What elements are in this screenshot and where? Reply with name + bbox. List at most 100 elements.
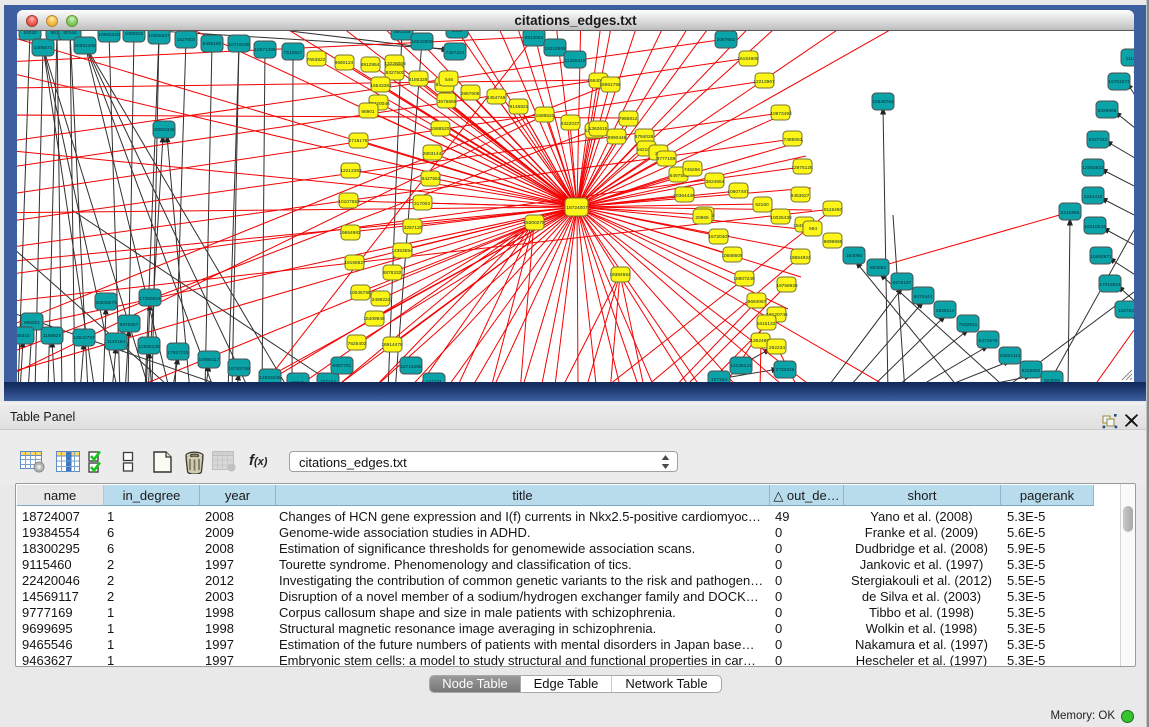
- svg-text:10046786: 10046786: [349, 290, 371, 296]
- svg-text:12942757: 12942757: [73, 335, 95, 341]
- svg-text:10958117: 10958117: [199, 357, 220, 363]
- svg-text:19654923: 19654923: [789, 255, 811, 261]
- svg-text:62160: 62160: [755, 202, 769, 208]
- svg-text:10655287: 10655287: [148, 33, 170, 39]
- svg-text:893892: 893892: [870, 265, 886, 271]
- svg-text:18724007: 18724007: [566, 205, 588, 211]
- svg-text:10107553: 10107553: [338, 199, 360, 205]
- svg-text:1733426: 1733426: [776, 367, 795, 373]
- svg-text:16154808: 16154808: [737, 56, 759, 62]
- svg-text:1588520: 1588520: [536, 113, 555, 119]
- svg-text:1615132: 1615132: [757, 321, 776, 327]
- svg-text:9227342: 9227342: [1089, 137, 1108, 143]
- svg-text:39315: 39315: [17, 333, 30, 339]
- svg-text:10688609: 10688609: [721, 253, 743, 259]
- svg-text:594: 594: [809, 226, 817, 232]
- svg-text:8990448: 8990448: [608, 135, 627, 141]
- svg-text:1362615: 1362615: [589, 126, 608, 132]
- svg-text:10973493: 10973493: [770, 111, 792, 117]
- svg-text:1244415: 1244415: [1084, 194, 1103, 200]
- svg-text:2867608: 2867608: [461, 91, 480, 97]
- svg-text:16210643: 16210643: [1084, 224, 1106, 230]
- svg-text:16648764: 16648764: [872, 99, 894, 105]
- svg-text:15720407: 15720407: [708, 234, 730, 240]
- svg-text:92345: 92345: [291, 380, 305, 382]
- svg-text:16671385: 16671385: [254, 47, 276, 53]
- svg-text:12923445: 12923445: [259, 375, 281, 381]
- svg-text:14353594: 14353594: [391, 248, 413, 254]
- svg-text:9463627: 9463627: [791, 193, 810, 199]
- svg-text:15692971: 15692971: [1090, 254, 1112, 260]
- svg-text:15716485: 15716485: [400, 364, 422, 370]
- svg-text:16033809: 16033809: [411, 39, 433, 45]
- svg-text:2935114: 2935114: [936, 308, 955, 314]
- svg-text:985001: 985001: [24, 320, 40, 326]
- svg-text:6466160: 6466160: [203, 41, 222, 47]
- svg-text:15409949: 15409949: [363, 316, 385, 322]
- svg-text:12213967: 12213967: [753, 79, 775, 85]
- svg-text:8878332: 8878332: [383, 270, 402, 276]
- svg-text:80164: 80164: [63, 31, 77, 36]
- svg-text:9684067: 9684067: [748, 299, 767, 305]
- svg-text:8471676: 8471676: [979, 338, 998, 344]
- svg-text:19218506: 19218506: [544, 46, 566, 52]
- svg-text:16033: 16033: [23, 31, 37, 36]
- svg-text:9777169: 9777169: [657, 156, 676, 162]
- svg-text:7625402: 7625402: [348, 341, 367, 347]
- svg-text:1527602: 1527602: [177, 37, 196, 43]
- svg-text:3267130: 3267130: [404, 225, 423, 231]
- svg-text:19166827: 19166827: [344, 260, 366, 266]
- svg-text:12093822: 12093822: [1082, 165, 1104, 171]
- svg-text:746266: 746266: [684, 167, 700, 173]
- svg-text:10865328: 10865328: [98, 32, 120, 38]
- svg-text:17016504: 17016504: [1099, 282, 1121, 288]
- svg-text:6794028: 6794028: [635, 134, 654, 140]
- svg-text:157164: 157164: [711, 377, 727, 382]
- svg-text:10807487: 10807487: [727, 189, 749, 195]
- svg-text:16914479: 16914479: [381, 342, 403, 348]
- svg-text:20364436: 20364436: [673, 193, 695, 199]
- svg-text:6879197: 6879197: [893, 280, 912, 286]
- svg-text:9245652: 9245652: [1022, 368, 1041, 374]
- svg-text:7663822: 7663822: [307, 57, 326, 63]
- svg-text:9975857: 9975857: [120, 322, 139, 328]
- svg-text:2718176: 2718176: [349, 138, 368, 144]
- svg-text:8813: 8813: [452, 31, 463, 34]
- svg-text:19654982: 19654982: [339, 230, 361, 236]
- svg-text:20691406: 20691406: [74, 43, 96, 49]
- svg-text:9115460: 9115460: [824, 207, 843, 213]
- svg-text:880139: 880139: [394, 31, 410, 35]
- svg-text:16782759: 16782759: [228, 366, 250, 372]
- svg-text:1405571: 1405571: [34, 45, 53, 51]
- svg-text:157231: 157231: [426, 379, 442, 382]
- svg-text:8813054: 8813054: [525, 35, 544, 41]
- svg-text:16543382: 16543382: [370, 83, 392, 89]
- svg-text:10654112: 10654112: [1000, 353, 1021, 359]
- svg-text:546: 546: [445, 77, 453, 83]
- svg-text:8215955: 8215955: [1061, 210, 1080, 216]
- svg-text:3498222: 3498222: [372, 297, 391, 303]
- svg-text:1086532: 1086532: [125, 31, 144, 37]
- svg-text:9474444: 9474444: [914, 294, 933, 300]
- svg-text:11325419: 11325419: [565, 58, 586, 64]
- svg-text:8660124: 8660124: [335, 60, 354, 66]
- svg-text:12505135: 12505135: [138, 344, 160, 350]
- svg-text:9146821: 9146821: [510, 104, 529, 110]
- svg-text:7357224: 7357224: [446, 50, 465, 56]
- svg-text:12975125: 12975125: [791, 165, 813, 171]
- svg-text:11125: 11125: [1126, 56, 1134, 62]
- svg-text:1156829: 1156829: [43, 333, 62, 339]
- svg-text:7515527: 7515527: [284, 50, 303, 56]
- svg-text:9857791: 9857791: [333, 363, 352, 369]
- svg-text:157164: 157164: [320, 379, 336, 382]
- svg-text:3675685: 3675685: [438, 99, 457, 105]
- svg-text:15300275: 15300275: [523, 220, 545, 226]
- svg-text:12213383: 12213383: [340, 168, 362, 174]
- svg-text:3624554: 3624554: [706, 179, 725, 185]
- svg-text:14136141: 14136141: [730, 363, 752, 369]
- svg-text:10719185: 10719185: [228, 42, 250, 48]
- svg-text:16961758: 16961758: [599, 82, 621, 88]
- svg-text:20053346: 20053346: [153, 127, 175, 133]
- svg-text:8912954: 8912954: [361, 62, 380, 68]
- svg-text:20206576: 20206576: [95, 300, 117, 306]
